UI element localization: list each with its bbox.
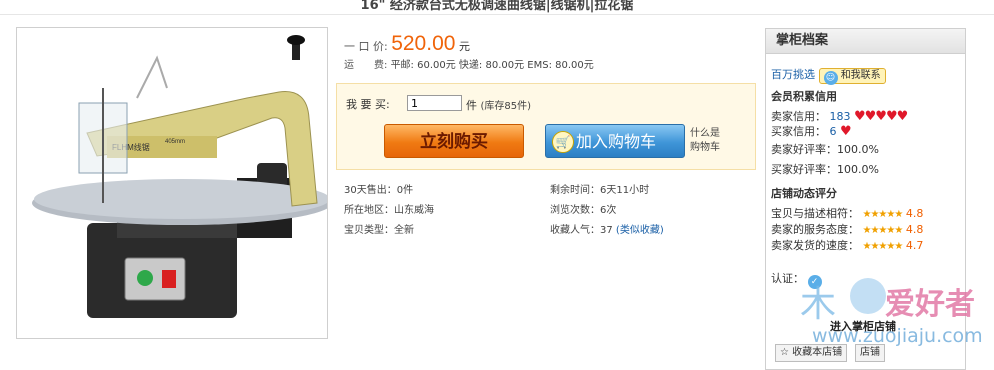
quantity-label: 我 要 买: (346, 98, 390, 111)
what-is-cart-line1: 什么是 (690, 128, 720, 139)
dyn-score-value: 4.8 (905, 207, 924, 220)
chat-icon: ☺ (823, 71, 838, 85)
buyer-good-rate: 买家好评率：100.0% (771, 163, 879, 176)
dyn-score-value: 4.7 (905, 239, 924, 252)
shipping-text: 平邮: 60.00元 快递: 80.00元 EMS: 80.00元 (390, 60, 594, 71)
star-rating-icon: ★★★★★ (862, 241, 904, 252)
buyer-credit-row: 买家信用： 6 ♥ (771, 123, 852, 139)
dyn-score-row: 宝贝与描述相符： ★★★★★ 4.8 (771, 205, 923, 221)
product-image[interactable]: FLHM线锯 405mm (16, 27, 328, 339)
million-pick-link[interactable]: 百万挑选 (771, 68, 815, 81)
shipping-row: 运 费: 平邮: 60.00元 快递: 80.00元 EMS: 80.00元 (344, 56, 594, 71)
credit-heading: 会员积累信用 (771, 90, 837, 103)
add-to-cart-button[interactable]: 🛒 加入购物车 (545, 124, 685, 158)
seller-credit-row: 卖家信用： 183 ♥♥♥♥♥ (771, 108, 908, 124)
shop-intro-button[interactable]: 店铺 (855, 344, 885, 362)
favorites-row: 收藏人气：37 (类似收藏) (550, 221, 664, 236)
verification-row: 认证： ✓ (771, 270, 822, 289)
dyn-score-row: 卖家的服务态度： ★★★★★ 4.8 (771, 221, 923, 237)
dyn-score-label: 宝贝与描述相符： (771, 207, 859, 220)
dyn-score-row: 卖家发货的速度： ★★★★★ 4.7 (771, 237, 923, 253)
model-text: 405mm (165, 139, 185, 145)
price-label: 一 口 价: (344, 40, 388, 53)
scroll-saw-illustration: FLHM线锯 405mm (32, 35, 327, 318)
seller-pick-row: 百万挑选 ☺ 和我联系 (771, 66, 886, 85)
dyn-score-value: 4.8 (905, 223, 924, 236)
quantity-unit-row: 件 (库存85件) (466, 97, 531, 113)
item-type: 宝贝类型：全新 (344, 225, 414, 236)
remaining-time: 剩余时间：6天11小时 (550, 185, 650, 196)
what-is-cart-link[interactable]: 什么是 购物车 (690, 127, 720, 155)
seller-panel-header: 掌柜档案 (766, 29, 965, 54)
seller-credit-label: 卖家信用： (771, 110, 826, 123)
contact-seller-button[interactable]: ☺ 和我联系 (818, 68, 886, 85)
shop-intro-label: 店铺 (860, 347, 880, 358)
heart-rating-icon: ♥♥♥♥♥ (854, 109, 908, 124)
verification-label: 认证： (771, 272, 804, 285)
price-unit: 元 (458, 40, 470, 53)
favorite-shop-label: 收藏本店铺 (792, 347, 843, 358)
similar-favorites-link[interactable]: (类似收藏) (616, 225, 664, 236)
quantity-input[interactable] (407, 95, 462, 111)
add-to-cart-label: 加入购物车 (576, 132, 657, 151)
price-value: 520.00 (391, 32, 456, 55)
shipping-label: 运 费: (344, 60, 388, 71)
cart-icon: 🛒 (552, 131, 574, 153)
title-divider (0, 14, 994, 15)
star-rating-icon: ★★★★★ (862, 209, 904, 220)
sold-30-days: 30天售出：0件 (344, 185, 414, 196)
page-title: 16" 经济款台式无极调速曲线锯|线锯机|拉花锯 (360, 0, 634, 13)
favorite-shop-button[interactable]: ☆ 收藏本店铺 (775, 344, 848, 362)
contact-label: 和我联系 (840, 70, 881, 81)
star-rating-icon: ★★★★★ (862, 225, 904, 236)
buyer-credit-label: 买家信用： (771, 125, 826, 138)
favorite-shop-icon: ☆ (780, 347, 789, 358)
what-is-cart-line2: 购物车 (690, 142, 720, 153)
seller-credit-value[interactable]: 183 (830, 110, 851, 123)
view-count: 浏览次数：6次 (550, 205, 617, 216)
buyer-credit-value[interactable]: 6 (830, 125, 837, 138)
shop-dynamic-heading: 店铺动态评分 (771, 187, 837, 200)
verified-icon: ✓ (807, 275, 822, 289)
region: 所在地区：山东威海 (344, 205, 434, 216)
stock-text: (库存85件) (480, 101, 532, 112)
seller-good-rate: 卖家好评率：100.0% (771, 143, 879, 156)
favorites-count: 收藏人气：37 (550, 225, 613, 236)
quantity-unit: 件 (466, 99, 477, 112)
dyn-score-label: 卖家发货的速度： (771, 239, 859, 252)
enter-shop-button[interactable]: 进入掌柜店铺 (808, 318, 918, 336)
dyn-score-label: 卖家的服务态度： (771, 223, 859, 236)
price-row: 一 口 价: 520.00 元 (344, 32, 470, 56)
heart-icon: ♥ (840, 124, 852, 139)
buy-now-button[interactable]: 立刻购买 (384, 124, 524, 158)
